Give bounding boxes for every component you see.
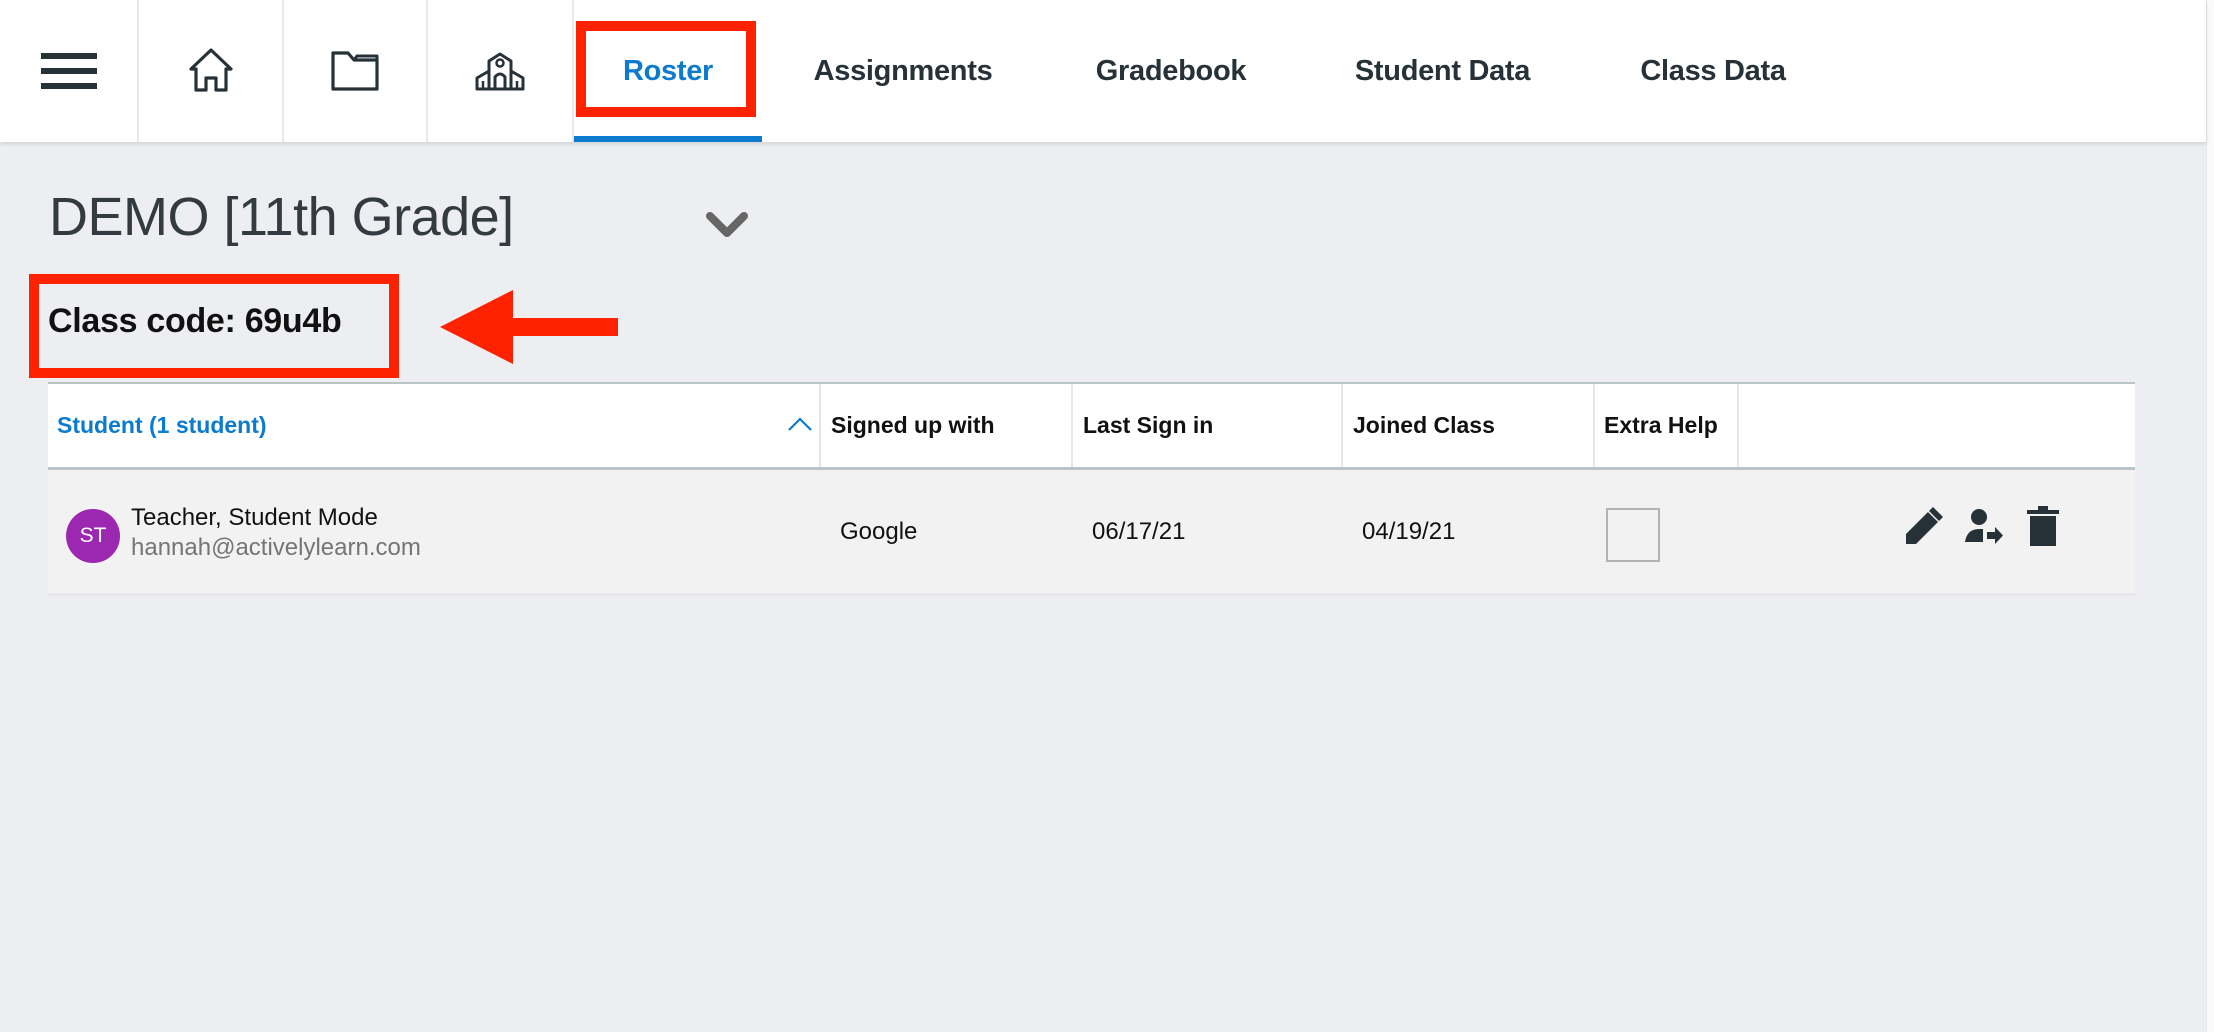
move-student-icon xyxy=(1965,509,2003,544)
annotation-arrow-icon xyxy=(440,290,618,364)
tab-roster[interactable]: Roster xyxy=(574,0,762,142)
tab-student-data[interactable]: Student Data xyxy=(1315,0,1570,142)
library-button[interactable] xyxy=(284,0,428,142)
chevron-down-icon xyxy=(706,212,748,237)
tab-assignments[interactable]: Assignments xyxy=(780,0,1026,142)
delete-student-button[interactable] xyxy=(2026,506,2066,546)
tab-class-data[interactable]: Class Data xyxy=(1605,0,1821,142)
column-header-signed-up-with[interactable]: Signed up with xyxy=(821,384,1073,467)
avatar: ST xyxy=(66,509,120,563)
active-tab-indicator xyxy=(574,136,762,142)
column-header-label: Student (1 student) xyxy=(57,412,267,438)
edit-icon xyxy=(1906,507,1943,544)
student-name[interactable]: Teacher, Student Mode xyxy=(131,504,378,532)
school-icon xyxy=(475,52,525,91)
table-header: Student (1 student) Signed up with Last … xyxy=(48,382,2135,470)
home-button[interactable] xyxy=(139,0,284,142)
student-email: hannah@activelylearn.com xyxy=(131,534,421,561)
school-button[interactable] xyxy=(428,0,574,142)
column-header-actions xyxy=(1739,384,2135,467)
column-header-last-sign-in[interactable]: Last Sign in xyxy=(1073,384,1343,467)
signed-up-with: Google xyxy=(840,517,918,545)
menu-button[interactable] xyxy=(0,0,139,142)
delete-icon xyxy=(2027,506,2059,546)
page-scrollbar[interactable] xyxy=(2206,0,2214,1032)
column-header-extra-help[interactable]: Extra Help xyxy=(1595,384,1739,467)
column-header-joined-class[interactable]: Joined Class xyxy=(1343,384,1595,467)
folder-icon xyxy=(331,51,379,91)
home-icon xyxy=(188,48,233,92)
class-selector-dropdown[interactable] xyxy=(704,208,750,242)
edit-student-button[interactable] xyxy=(1904,506,1944,546)
column-header-student[interactable]: Student (1 student) xyxy=(48,384,821,467)
class-code: Class code: 69u4b xyxy=(48,302,342,340)
joined-class: 04/19/21 xyxy=(1362,517,1456,545)
extra-help-checkbox[interactable] xyxy=(1606,508,1660,562)
class-title: DEMO [11th Grade] xyxy=(49,187,514,247)
sort-ascending-icon xyxy=(788,417,812,431)
tab-gradebook[interactable]: Gradebook xyxy=(1062,0,1280,142)
roster-table: Student (1 student) Signed up with Last … xyxy=(48,382,2135,596)
move-student-button[interactable] xyxy=(1965,506,2005,546)
table-row: ST Teacher, Student Mode hannah@actively… xyxy=(48,470,2135,596)
top-nav-bar: Roster Assignments Gradebook Student Dat… xyxy=(0,0,2206,142)
last-sign-in: 06/17/21 xyxy=(1092,517,1186,545)
hamburger-icon xyxy=(40,53,97,89)
